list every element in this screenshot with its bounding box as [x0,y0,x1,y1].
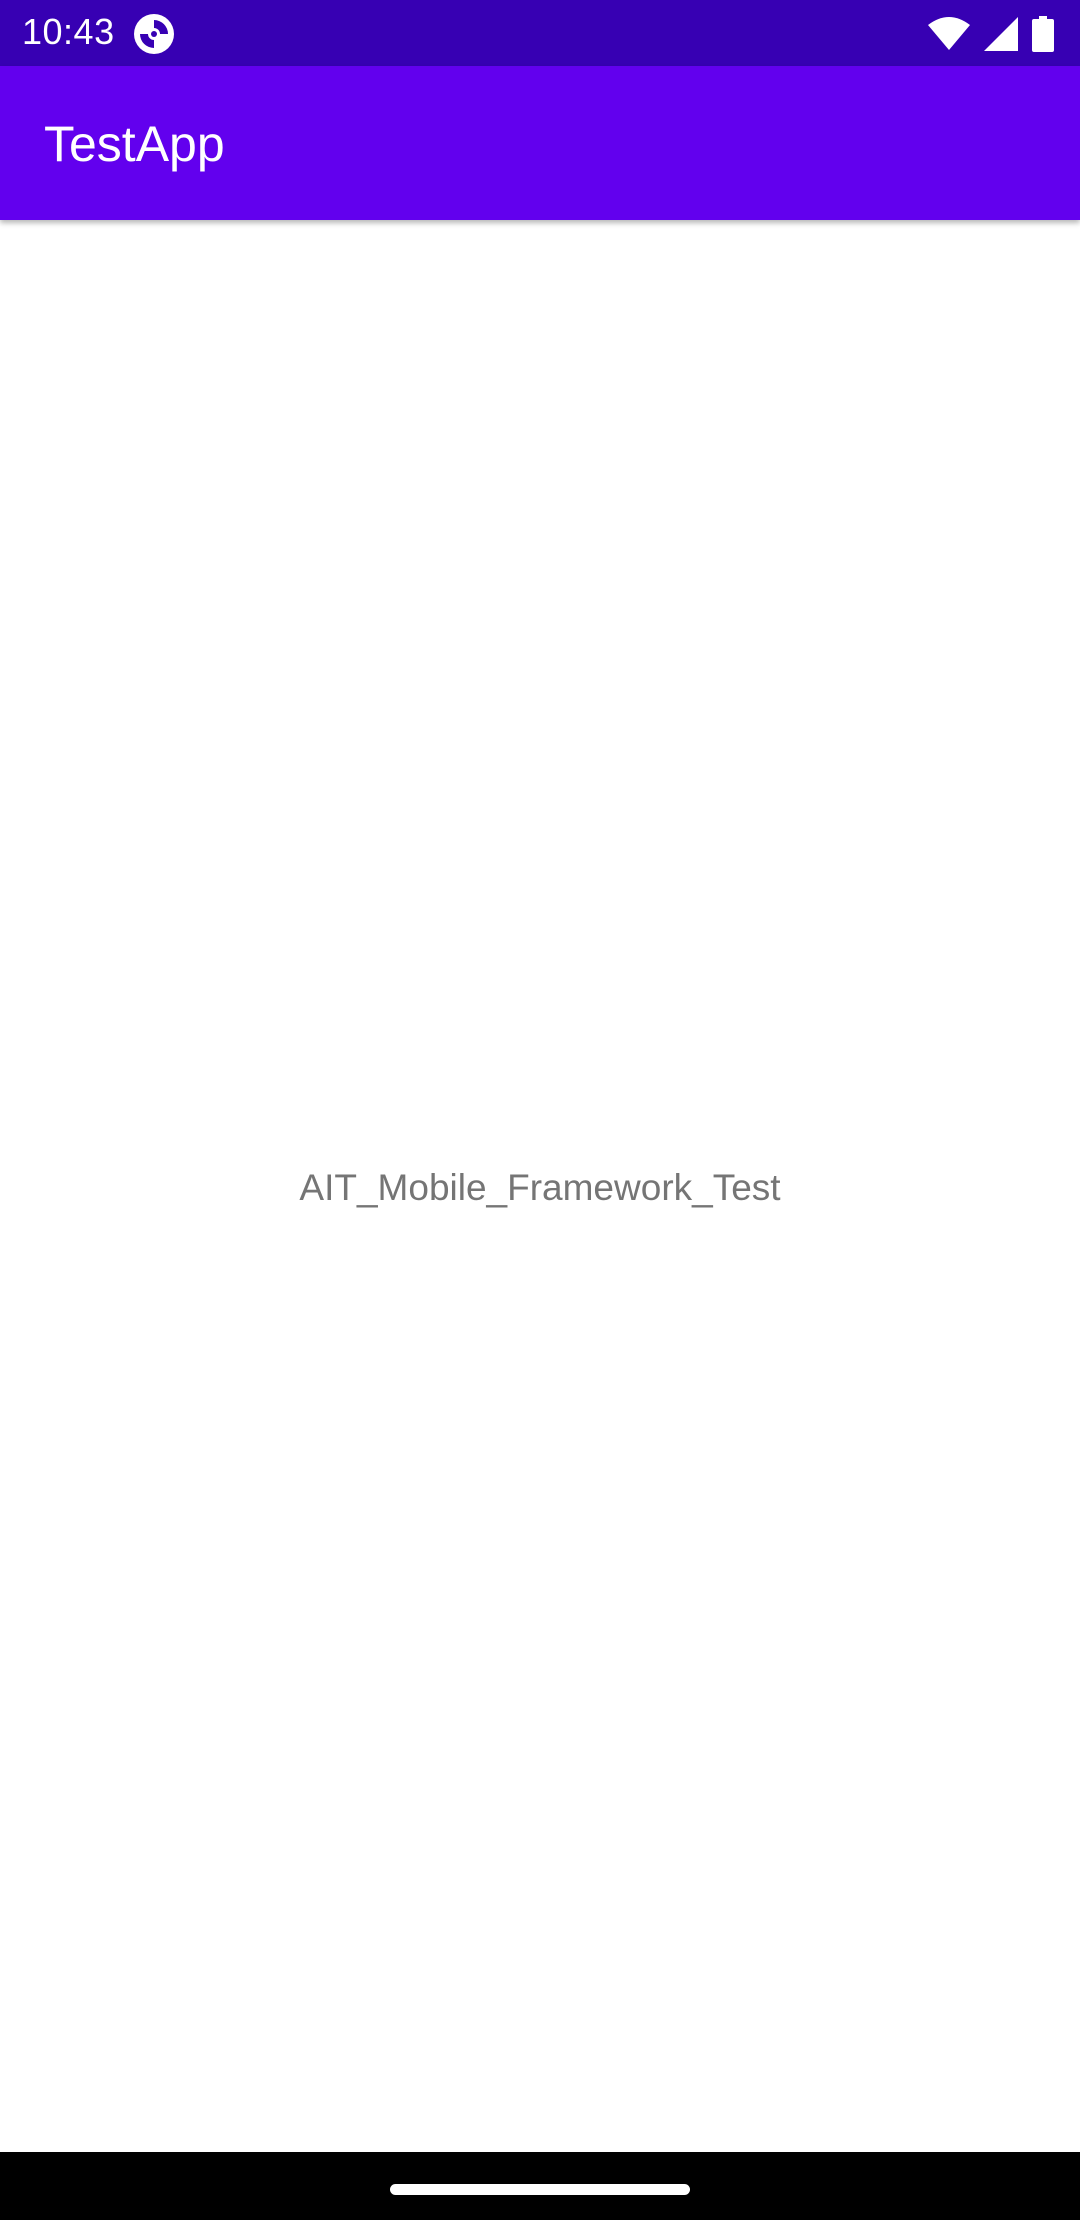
cellular-signal-icon [984,17,1018,51]
app-title: TestApp [44,116,225,172]
navigation-bar [0,2152,1080,2220]
battery-icon [1032,16,1054,52]
status-bar: 10:43 [0,0,1080,66]
status-time: 10:43 [22,11,115,52]
main-content: AIT_Mobile_Framework_Test [0,220,1080,2152]
home-gesture-handle[interactable] [390,2184,690,2195]
status-icons [928,14,1054,54]
center-text-label: AIT_Mobile_Framework_Test [299,1167,781,1208]
wifi-icon [928,17,970,51]
app-screen: 10:43 TestApp AIT_Mobile_Framework_Test [0,0,1080,2220]
app-toolbar: TestApp [0,66,1080,220]
app-notification-icon [133,13,175,55]
